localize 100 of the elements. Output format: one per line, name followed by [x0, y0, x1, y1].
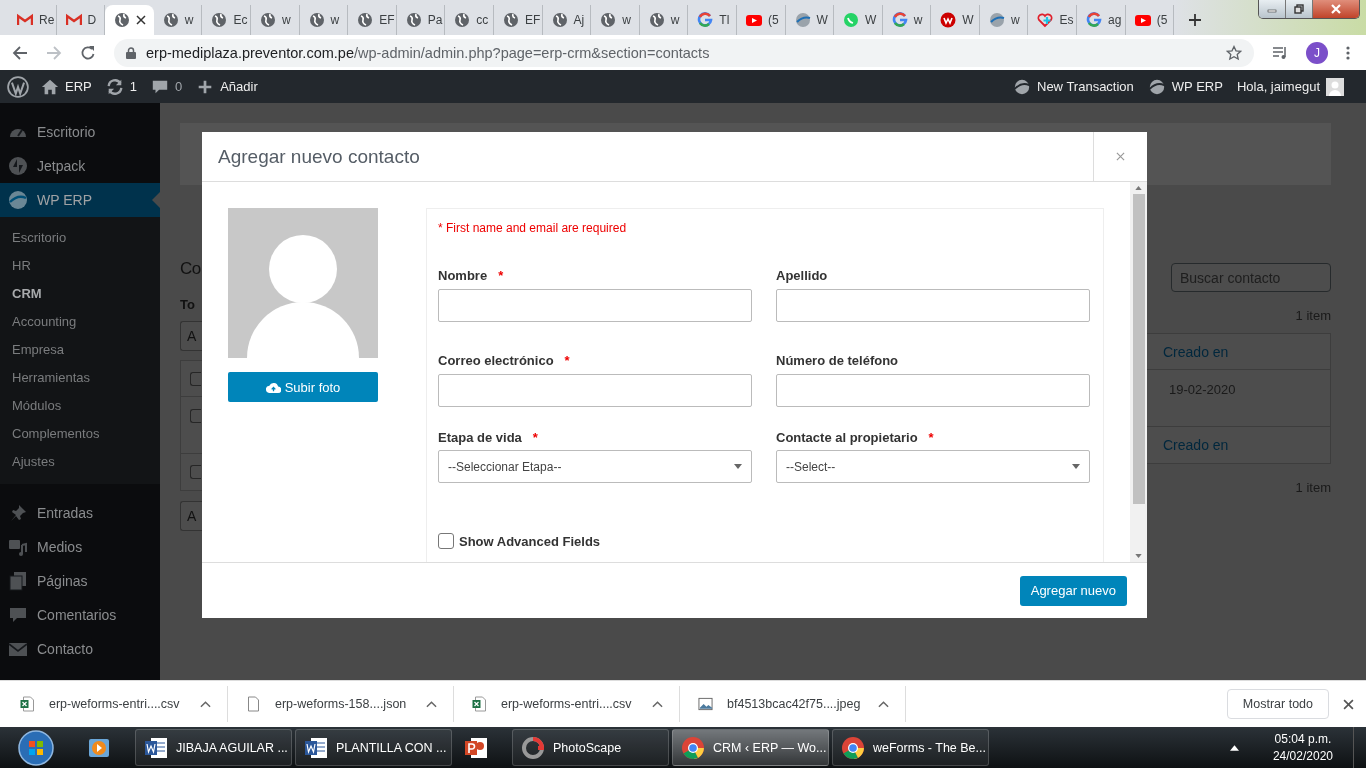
avatar-placeholder-icon [228, 208, 378, 358]
submenu-item[interactable]: Complementos [0, 420, 160, 448]
tab-title: Es [1059, 13, 1074, 27]
sidebar-menu-item[interactable]: Entradas [0, 496, 160, 530]
comments-link[interactable]: 0 [150, 77, 183, 96]
user-avatar-icon [1326, 77, 1344, 96]
show-hidden-icons-icon[interactable] [1229, 744, 1239, 751]
select-field[interactable]: --Seleccionar Etapa-- [438, 450, 752, 483]
checkbox[interactable] [438, 533, 454, 549]
address-bar[interactable]: erp-mediplaza.preventor.com.pe/wp-admin/admin.php?page=erp-crm&section=contacts [114, 38, 1254, 67]
file-name: bf4513bcac42f75....jpeg [727, 697, 862, 711]
input-field[interactable] [438, 374, 752, 407]
menu-label: Jetpack [37, 158, 86, 174]
submenu-item[interactable]: Herramientas [0, 364, 160, 392]
taskbar-button[interactable]: weForms - The Be... [832, 729, 989, 766]
tab-title: W [816, 13, 828, 27]
globe-icon [259, 12, 276, 28]
chevron-up-icon[interactable] [652, 700, 663, 708]
sphere-icon [794, 12, 811, 28]
new-content-link[interactable]: Añadir [196, 77, 258, 96]
select-field[interactable]: --Select-- [776, 450, 1090, 483]
sidebar-menu-item[interactable]: Escritorio [0, 115, 160, 149]
checkbox[interactable] [190, 409, 201, 423]
w-logo-icon [940, 12, 957, 28]
tab-title: EF [524, 13, 541, 27]
tab-title: w [330, 13, 340, 27]
clock[interactable]: 05:04 p.m. 24/02/2020 [1272, 730, 1333, 765]
wordpress-logo-icon[interactable] [7, 75, 29, 98]
submenu-item[interactable]: Escritorio [0, 224, 160, 252]
input-field[interactable] [776, 289, 1090, 322]
close-icon[interactable] [136, 15, 147, 25]
restore-button[interactable] [1286, 0, 1313, 18]
more-menu-icon[interactable] [1346, 44, 1350, 61]
site-link[interactable]: ERP [41, 77, 92, 96]
pushpin-icon [8, 503, 28, 523]
sidebar-menu-item[interactable]: Páginas [0, 564, 160, 598]
tab-title: (5 [767, 13, 779, 27]
start-orb-icon[interactable] [18, 729, 54, 766]
tab-title: w [670, 13, 680, 27]
admin-bar-link[interactable]: WP ERP [1147, 77, 1223, 96]
checkbox[interactable] [190, 371, 201, 386]
tab-title: Ec [233, 13, 248, 27]
submenu-item[interactable]: Módulos [0, 392, 160, 420]
globe-icon [114, 12, 131, 28]
chevron-up-icon[interactable] [426, 700, 437, 708]
taskbar-button[interactable]: CRM ‹ ERP — Wo... [672, 729, 829, 766]
updates-link[interactable]: 1 [105, 77, 137, 96]
bookmark-star-icon[interactable] [1226, 44, 1242, 61]
submit-button[interactable]: Agregar nuevo [1019, 575, 1127, 606]
chevron-up-icon[interactable] [200, 700, 211, 708]
chevron-up-icon[interactable] [878, 700, 889, 708]
download-item[interactable]: erp-weforms-158....json [236, 686, 454, 722]
tab-title: ag [1108, 13, 1122, 27]
submenu-item[interactable]: Accounting [0, 308, 160, 336]
tab-title: w [913, 13, 923, 27]
scrollbar[interactable] [1130, 182, 1147, 562]
required-mark: * [928, 430, 934, 445]
download-item[interactable]: bf4513bcac42f75....jpeg [688, 686, 906, 722]
menu-label: Comentarios [37, 607, 117, 623]
scroll-down-icon [1135, 554, 1142, 558]
sidebar-menu-item[interactable]: Contacto [0, 632, 160, 666]
reload-icon[interactable] [80, 44, 96, 61]
profile-avatar[interactable]: J [1306, 41, 1328, 64]
input-field[interactable] [776, 374, 1090, 407]
download-item[interactable]: erp-weforms-entri....csv [462, 686, 680, 722]
checkbox[interactable] [190, 465, 201, 479]
tab-title: EF [379, 13, 395, 27]
globe-icon [502, 12, 519, 28]
close-window-button[interactable] [1313, 0, 1359, 18]
upload-photo-button[interactable]: Subir foto [228, 372, 378, 402]
sidebar-menu-item[interactable]: Jetpack [0, 149, 160, 183]
taskbar-button[interactable]: JIBAJA AGUILAR ... [135, 729, 292, 766]
admin-bar-link[interactable]: New Transaction [1013, 77, 1134, 96]
globe-icon [308, 12, 325, 28]
minimize-button[interactable] [1259, 0, 1286, 18]
submenu-item[interactable]: CRM [0, 280, 160, 308]
submenu-item[interactable]: HR [0, 252, 160, 280]
menu-label: Entradas [37, 505, 94, 521]
browser-tab[interactable] [105, 5, 154, 35]
sphere-icon [1147, 77, 1166, 96]
back-icon[interactable] [12, 44, 28, 61]
taskbar-button[interactable]: PhotoScape [512, 729, 669, 766]
taskbar-button[interactable]: PLANTILLA CON ... [295, 729, 452, 766]
close-icon[interactable] [1343, 698, 1354, 710]
input-field[interactable] [438, 289, 752, 322]
sidebar-menu-item[interactable]: WP ERP [0, 183, 160, 217]
submenu-item[interactable]: Ajustes [0, 448, 160, 476]
media-queue-icon[interactable] [1272, 44, 1288, 61]
tab-title: D [87, 13, 97, 27]
show-all-button[interactable]: Mostrar todo [1226, 689, 1329, 719]
document-app-icon [304, 735, 328, 760]
submenu-item[interactable]: Empresa [0, 336, 160, 364]
menu-label: Páginas [37, 573, 88, 589]
sidebar-menu-item[interactable]: Medios [0, 530, 160, 564]
required-mark: * [532, 430, 538, 445]
mail-icon [65, 12, 82, 28]
tab-title: Tl [719, 13, 730, 27]
download-item[interactable]: erp-weforms-entri....csv [10, 686, 228, 722]
account-menu[interactable]: Hola, jaimegut [1236, 77, 1344, 96]
sidebar-menu-item[interactable]: Comentarios [0, 598, 160, 632]
